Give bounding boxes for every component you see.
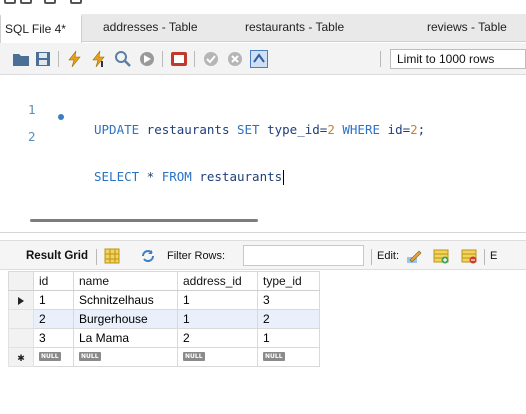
null-badge: NULL: [263, 352, 285, 361]
check-icon[interactable]: [202, 50, 220, 68]
filter-rows-input[interactable]: [243, 245, 364, 266]
toolbar-separator: [58, 51, 59, 67]
result-toolbar: Result Grid Filter Rows: Edit: E: [0, 240, 526, 270]
editor-line: 1 UPDATE restaurants SET type_id=2 WHERE…: [0, 80, 526, 137]
edit-label: Edit:: [377, 250, 400, 262]
cell-id[interactable]: 2: [33, 309, 74, 329]
folder-icon[interactable]: [12, 50, 30, 68]
cancel-icon[interactable]: [226, 50, 244, 68]
lightning-cursor-icon[interactable]: [90, 50, 108, 68]
column-header-address-id[interactable]: address_id: [177, 271, 258, 291]
tab-addresses-table[interactable]: addresses - Table: [103, 14, 223, 42]
text-caret: [283, 170, 285, 185]
column-header-id[interactable]: id: [33, 271, 74, 291]
top-icon[interactable]: [44, 0, 56, 4]
sql-editor[interactable]: 1 UPDATE restaurants SET type_id=2 WHERE…: [0, 76, 526, 208]
tab-reviews-table[interactable]: reviews - Table: [427, 14, 526, 42]
tab-label: reviews - Table: [427, 20, 507, 34]
table-row[interactable]: 2 Burgerhouse 1 2: [8, 309, 320, 329]
filter-rows-label: Filter Rows:: [167, 250, 226, 262]
editor-line: 2 SELECT * FROM restaurants: [0, 107, 526, 185]
new-row-star-icon: ✱: [17, 353, 25, 363]
sql-keyword: FROM: [161, 169, 192, 184]
panel-divider[interactable]: [0, 232, 526, 233]
tab-sql-file[interactable]: SQL File 4*: [0, 14, 82, 43]
cell-name[interactable]: Schnitzelhaus: [73, 290, 178, 310]
toolbar-separator: [380, 51, 381, 67]
add-row-icon[interactable]: [433, 248, 449, 264]
toolbar-separator: [371, 249, 372, 265]
cell-id[interactable]: 1: [33, 290, 74, 310]
top-icon[interactable]: [4, 0, 16, 4]
query-toolbar: Limit to 1000 rows: [0, 43, 526, 75]
current-line-marker: [58, 114, 64, 120]
stop-icon[interactable]: [138, 50, 156, 68]
tab-label: SQL File 4*: [5, 22, 66, 36]
cell-type-id[interactable]: 2: [257, 309, 320, 329]
sql-text: *: [139, 169, 162, 184]
column-header-name[interactable]: name: [73, 271, 178, 291]
cell-address-id[interactable]: 1: [177, 309, 258, 329]
autocommit-icon[interactable]: [250, 50, 268, 68]
row-selector[interactable]: [8, 328, 34, 348]
row-selector[interactable]: [8, 290, 34, 310]
table-row[interactable]: 1 Schnitzelhaus 1 3: [8, 290, 320, 310]
cell-name[interactable]: La Mama: [73, 328, 178, 348]
top-icon[interactable]: [20, 0, 32, 4]
table-row[interactable]: 3 La Mama 2 1: [8, 328, 320, 348]
grid-layout-icon[interactable]: [104, 248, 120, 264]
toolbar-separator: [96, 249, 97, 265]
cell-address-id[interactable]: 1: [177, 290, 258, 310]
toolbar-separator: [194, 51, 195, 67]
row-selector-header: [8, 271, 34, 291]
cell-type-id[interactable]: 1: [257, 328, 320, 348]
refresh-icon[interactable]: [140, 248, 156, 264]
code-text: SELECT * FROM restaurants: [94, 167, 285, 187]
result-grid[interactable]: id name address_id type_id 1 Schnitzelha…: [8, 271, 320, 367]
tab-label: addresses - Table: [103, 20, 198, 34]
null-badge: NULL: [79, 352, 101, 361]
result-grid-label[interactable]: Result Grid: [26, 248, 88, 264]
tab-label: restaurants - Table: [245, 20, 345, 34]
new-row[interactable]: ✱ NULL NULL NULL NULL: [8, 347, 320, 367]
sql-text: restaurants: [191, 169, 283, 184]
edit-cell-icon[interactable]: [406, 248, 422, 264]
cell-type-id[interactable]: NULL: [257, 347, 320, 367]
lightning-icon[interactable]: [66, 50, 84, 68]
cell-address-id[interactable]: 2: [177, 328, 258, 348]
null-badge: NULL: [39, 352, 61, 361]
toolbar-separator: [162, 51, 163, 67]
cell-type-id[interactable]: 3: [257, 290, 320, 310]
cell-address-id[interactable]: NULL: [177, 347, 258, 367]
cell-id[interactable]: 3: [33, 328, 74, 348]
delete-row-icon[interactable]: [461, 248, 477, 264]
cell-name[interactable]: NULL: [73, 347, 178, 367]
line-number: 2: [28, 129, 36, 144]
magnifier-icon[interactable]: [114, 50, 132, 68]
editor-tab-bar: SQL File 4* addresses - Table restaurant…: [0, 14, 526, 43]
scrollbar-thumb[interactable]: [30, 219, 258, 222]
tab-restaurants-table[interactable]: restaurants - Table: [245, 14, 375, 42]
top-icon[interactable]: [70, 0, 82, 4]
limit-rows-select[interactable]: Limit to 1000 rows: [390, 49, 526, 69]
current-row-arrow-icon: [18, 296, 24, 305]
column-header-type-id[interactable]: type_id: [257, 271, 320, 291]
save-icon[interactable]: [34, 50, 52, 68]
result-table: id name address_id type_id 1 Schnitzelha…: [8, 271, 320, 367]
row-selector[interactable]: ✱: [8, 347, 34, 367]
top-toolbar-strip: [0, 0, 526, 14]
cell-id[interactable]: NULL: [33, 347, 74, 367]
toggle-icon[interactable]: [170, 50, 188, 68]
null-badge: NULL: [183, 352, 205, 361]
export-label: E: [490, 250, 498, 262]
cell-name[interactable]: Burgerhouse: [73, 309, 178, 329]
toolbar-separator: [484, 249, 485, 265]
sql-keyword: SELECT: [94, 169, 140, 184]
row-selector[interactable]: [8, 309, 34, 329]
